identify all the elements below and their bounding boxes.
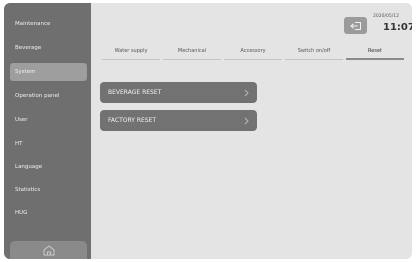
date-label: 2020/05/12 bbox=[373, 14, 399, 19]
sidebar-item-system[interactable]: System bbox=[10, 63, 87, 81]
sidebar: Maintenance Beverage System Operation pa… bbox=[4, 3, 91, 259]
chevron-right-icon bbox=[244, 117, 249, 124]
tab-water-supply[interactable]: Water supply bbox=[102, 44, 160, 60]
sidebar-item-beverage[interactable]: Beverage bbox=[10, 39, 87, 57]
back-button[interactable] bbox=[344, 17, 367, 34]
factory-reset-label: FACTORY RESET bbox=[108, 117, 157, 124]
tab-reset[interactable]: Reset bbox=[346, 44, 404, 60]
sidebar-item-operation-panel[interactable]: Operation panel bbox=[10, 87, 87, 105]
back-arrow-icon bbox=[349, 21, 361, 30]
tab-switch-on-off[interactable]: Switch on/off bbox=[285, 44, 343, 60]
sidebar-item-language[interactable]: Language bbox=[10, 158, 87, 176]
home-button[interactable] bbox=[10, 241, 87, 259]
sidebar-item-ht[interactable]: HT bbox=[10, 135, 87, 153]
sidebar-item-user[interactable]: User bbox=[10, 111, 87, 129]
time-label: 11:07 bbox=[383, 22, 412, 33]
beverage-reset-label: BEVERAGE RESET bbox=[108, 89, 162, 96]
main-content: 2020/05/12 11:07 Water supply Mechanical… bbox=[91, 3, 412, 259]
sidebar-item-statistics[interactable]: Statistics bbox=[10, 181, 87, 199]
app-window: Maintenance Beverage System Operation pa… bbox=[4, 3, 412, 259]
tab-mechanical[interactable]: Mechanical bbox=[163, 44, 221, 60]
sidebar-item-maintenance[interactable]: Maintenance bbox=[10, 15, 87, 33]
tab-accessory[interactable]: Accessory bbox=[224, 44, 282, 60]
factory-reset-button[interactable]: FACTORY RESET bbox=[100, 110, 257, 131]
home-icon bbox=[43, 245, 54, 256]
tab-bar: Water supply Mechanical Accessory Switch… bbox=[102, 44, 404, 60]
sidebar-item-hug[interactable]: HUG bbox=[10, 204, 87, 222]
chevron-right-icon bbox=[244, 89, 249, 96]
beverage-reset-button[interactable]: BEVERAGE RESET bbox=[100, 82, 257, 103]
